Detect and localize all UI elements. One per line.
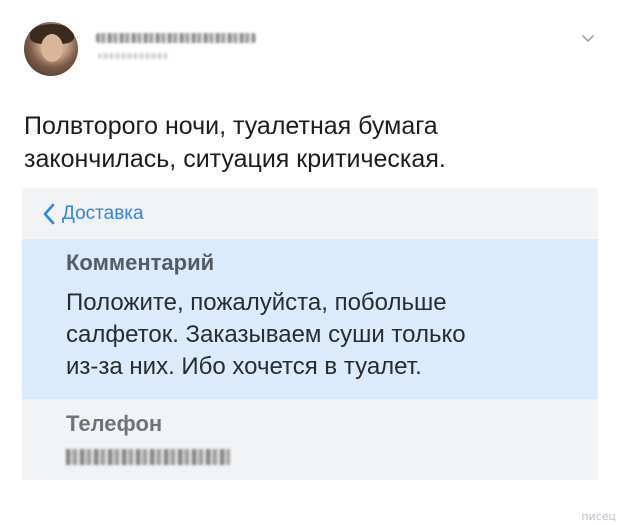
author-name-blurred[interactable]	[96, 33, 256, 43]
comment-title: Комментарий	[66, 250, 215, 275]
comment-text: Положите, пожалуйста, побольше салфеток.…	[66, 289, 466, 380]
tweet-card: Полвторого ночи, туалетная бумага законч…	[0, 0, 620, 525]
phone-title: Телефон	[66, 411, 163, 436]
watermark: писец	[581, 510, 616, 523]
avatar-face	[41, 34, 63, 62]
avatar[interactable]	[24, 22, 78, 76]
phone-value-blurred	[66, 449, 230, 465]
tweet-text: Полвторого ночи, туалетная бумага законч…	[24, 112, 446, 173]
chevron-down-icon[interactable]	[580, 30, 596, 46]
back-button[interactable]: Доставка	[42, 200, 144, 228]
chevron-left-icon	[43, 203, 55, 225]
author-handle-blurred	[98, 53, 168, 59]
back-label: Доставка	[62, 203, 144, 224]
